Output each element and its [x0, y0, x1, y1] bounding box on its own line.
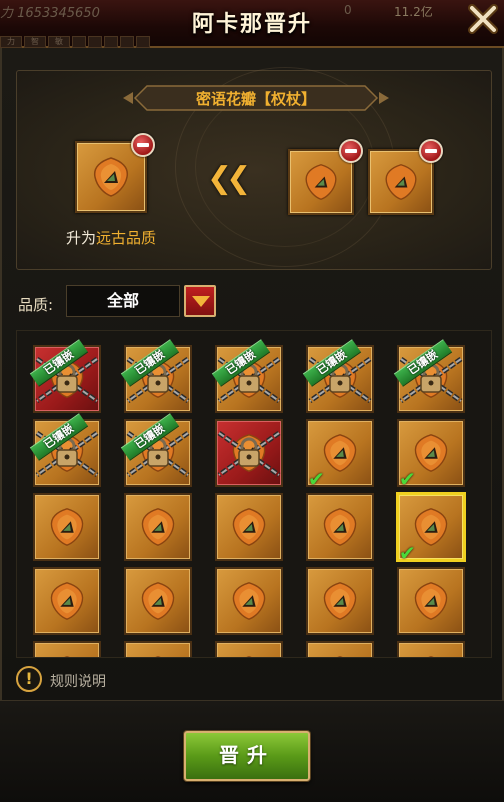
- item-name-banner: 密语花瓣【权杖】: [121, 83, 391, 113]
- petal-shield-icon: [323, 508, 357, 546]
- petal-shield-icon: [64, 656, 70, 657]
- promotion-area: 密语花瓣【权杖】 ❮❮ 升为远古品质: [16, 67, 492, 270]
- inventory-slot[interactable]: [215, 567, 283, 635]
- title-bar: 力 1653345650 0 11.2亿 力智敏 阿卡那晋升: [0, 0, 504, 48]
- petal-shield-icon: [50, 582, 84, 620]
- info-icon[interactable]: [16, 666, 42, 692]
- upgrade-quality: 远古品质: [96, 229, 157, 247]
- petal-shield-icon: [414, 582, 448, 620]
- petal-shield-icon: [323, 582, 357, 620]
- inventory-slot[interactable]: [124, 493, 192, 561]
- close-icon[interactable]: [466, 2, 500, 36]
- inventory-slot[interactable]: [33, 493, 101, 561]
- upgrade-result-text: 升为远古品质: [45, 227, 177, 248]
- inventory-slot[interactable]: 已镶嵌: [302, 339, 374, 413]
- main-panel: 密语花瓣【权杖】 ❮❮ 升为远古品质 品质: 全部 已镶嵌 已镶嵌 已镶嵌 已镶…: [0, 48, 504, 700]
- check-icon: ✔: [399, 467, 416, 491]
- inventory-slot[interactable]: [215, 641, 283, 657]
- inventory-slot[interactable]: [33, 567, 101, 635]
- petal-shield-icon: [414, 434, 448, 472]
- double-left-arrow-icon: ❮❮: [207, 161, 251, 196]
- inventory-grid-scroll[interactable]: 已镶嵌 已镶嵌 已镶嵌 已镶嵌 已镶嵌 已镶嵌 已镶嵌 ✔ ✔ ✔: [16, 330, 492, 658]
- page-title: 阿卡那晋升: [191, 12, 312, 37]
- inventory-grid: 已镶嵌 已镶嵌 已镶嵌 已镶嵌 已镶嵌 已镶嵌 已镶嵌 ✔ ✔ ✔: [29, 339, 465, 657]
- petal-shield-icon: [141, 582, 175, 620]
- promote-button[interactable]: 晋升: [184, 731, 310, 781]
- petal-shield-icon: [305, 164, 337, 200]
- chain-lock-icon: [217, 430, 281, 478]
- inventory-slot[interactable]: 已镶嵌: [29, 339, 101, 413]
- inventory-slot[interactable]: ✔: [306, 419, 374, 491]
- remove-material-2-button[interactable]: [419, 139, 443, 163]
- petal-shield-icon: [323, 434, 357, 472]
- remove-material-1-button[interactable]: [339, 139, 363, 163]
- inventory-slot[interactable]: [33, 641, 101, 657]
- inventory-slot[interactable]: [397, 567, 465, 635]
- inventory-slot[interactable]: [306, 567, 374, 635]
- inventory-slot[interactable]: [397, 641, 465, 657]
- petal-shield-icon: [93, 157, 129, 197]
- inventory-slot[interactable]: 已镶嵌: [120, 413, 192, 487]
- inventory-slot[interactable]: 已镶嵌: [29, 413, 101, 487]
- petal-shield-icon: [428, 656, 434, 657]
- upgrade-prefix: 升为: [65, 229, 96, 247]
- petal-shield-icon: [246, 656, 252, 657]
- petal-shield-icon: [414, 508, 448, 546]
- quality-filter-select[interactable]: 全部: [66, 285, 180, 317]
- inventory-slot[interactable]: [215, 493, 283, 561]
- petal-shield-icon: [232, 582, 266, 620]
- quality-filter-label: 品质:: [18, 296, 54, 314]
- inventory-slot[interactable]: [124, 567, 192, 635]
- inventory-slot[interactable]: 已镶嵌: [120, 339, 192, 413]
- rules-label[interactable]: 规则说明: [50, 671, 106, 691]
- item-name: 密语花瓣【权杖】: [195, 90, 316, 108]
- petal-shield-icon: [385, 164, 417, 200]
- inventory-slot[interactable]: [215, 419, 283, 487]
- inventory-slot[interactable]: [124, 641, 192, 657]
- bottom-bar: 晋升: [0, 700, 504, 802]
- petal-shield-icon: [155, 656, 161, 657]
- inventory-slot[interactable]: 已镶嵌: [393, 339, 465, 413]
- petal-shield-icon: [232, 508, 266, 546]
- petal-shield-icon: [50, 508, 84, 546]
- check-icon: ✔: [399, 541, 416, 565]
- inventory-slot[interactable]: [306, 493, 374, 561]
- chevron-down-icon[interactable]: [184, 285, 216, 317]
- petal-shield-icon: [141, 508, 175, 546]
- inventory-slot[interactable]: ✔: [397, 419, 465, 491]
- check-icon: ✔: [308, 467, 325, 491]
- petal-shield-icon: [337, 656, 343, 657]
- inventory-slot[interactable]: 已镶嵌: [211, 339, 283, 413]
- inventory-slot[interactable]: [306, 641, 374, 657]
- remove-target-button[interactable]: [131, 133, 155, 157]
- inventory-slot[interactable]: ✔: [397, 493, 465, 565]
